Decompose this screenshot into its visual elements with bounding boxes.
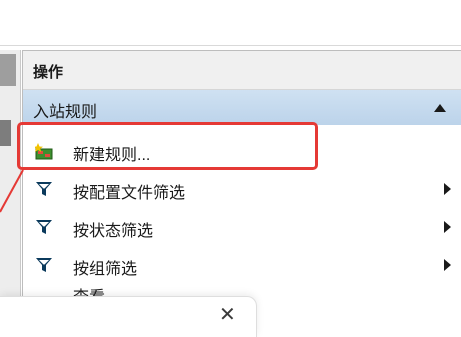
close-icon[interactable]: ✕ [219, 305, 236, 325]
pointer-line [0, 169, 24, 213]
overlay-dialog: ✕ [0, 296, 257, 337]
